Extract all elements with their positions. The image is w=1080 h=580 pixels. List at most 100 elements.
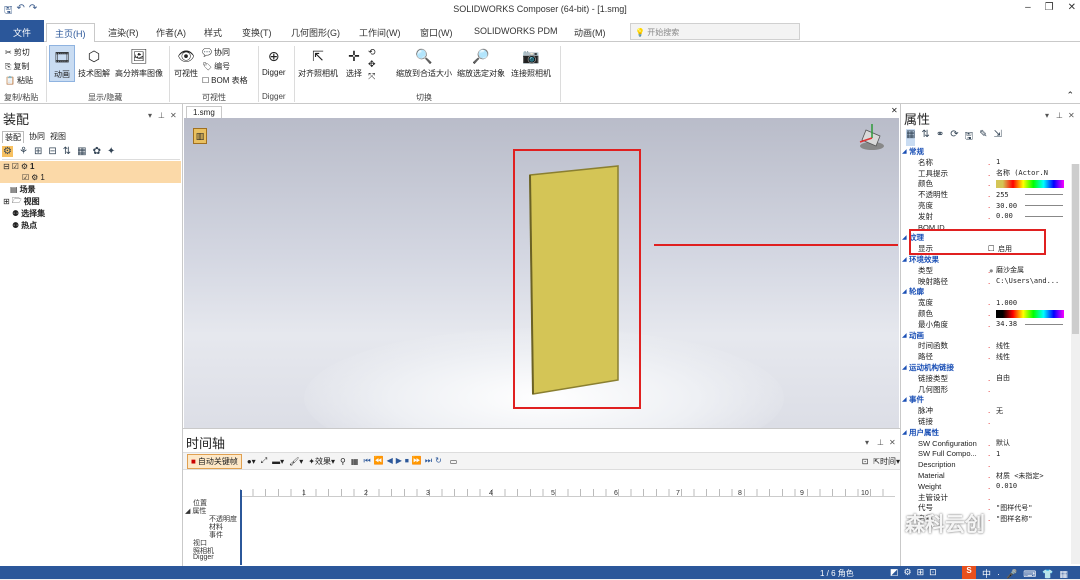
select-button[interactable]: ✛ 选择 [344,46,364,79]
view-icon[interactable]: ▭ [450,457,458,466]
tab-author[interactable]: 作者(A) [148,23,194,42]
property-row[interactable]: 类型. ● 磨沙金属 [901,265,1071,276]
viewport-close-icon[interactable]: ✕ [891,106,898,115]
actors-icon[interactable]: ✦ [107,146,115,157]
close-icon[interactable]: ✕ [889,438,896,447]
link-icon[interactable]: ⚲ [340,457,346,466]
section-expander-icon[interactable]: ◢ [902,234,907,241]
align-camera-button[interactable]: ⇱ 对齐照相机 [298,46,338,79]
property-row[interactable]: Weight. 0.010 [901,481,1071,492]
property-section[interactable]: ◢ 用户属性 [901,427,1071,438]
property-value[interactable]: 默认 [996,438,1010,448]
pin-icon[interactable]: ⊥ [1056,111,1063,120]
copy-button[interactable]: ⎘ 复制 [5,61,29,72]
property-row[interactable]: SW Full Compo.... 1 [901,448,1071,459]
property-row[interactable]: SW Configuration. 默认 [901,438,1071,449]
property-value[interactable]: 名称 (Actor.N [996,168,1048,178]
property-value[interactable] [996,179,1064,188]
bom-table-checkbox[interactable]: ☐ BOM 表格 [202,75,248,86]
refresh-icon[interactable]: ⟳ [950,129,958,146]
export-icon[interactable]: ⇲ [994,129,1002,146]
property-section[interactable]: ◢ 事件 [901,394,1071,405]
pane-dropdown-icon[interactable]: ▾ [1045,111,1049,120]
status-tools[interactable]: ◩⚙⊞⊡ [890,567,942,578]
properties-scrollbar[interactable] [1071,164,1080,564]
property-row[interactable]: 路径. 线性 [901,351,1071,362]
property-value[interactable]: 1.000 [996,299,1017,307]
property-row[interactable]: Material. 材质 <未指定> [901,470,1071,481]
timeline-ruler[interactable] [240,489,895,497]
property-row[interactable]: 名称. 1 [901,157,1071,168]
property-value[interactable]: 0.010 [996,482,1017,490]
zoom-selected-button[interactable]: 🔎 缩放选定对象 [457,46,505,79]
property-value[interactable] [996,309,1064,318]
property-value[interactable]: 线性 [996,341,1010,351]
close-button[interactable]: ✕ [1068,2,1076,13]
section-expander-icon[interactable]: ◢ [902,364,907,371]
pin-icon[interactable]: ⊥ [158,111,165,120]
tech-illustration-button[interactable]: ⬡ 技术图解 [78,46,110,79]
property-row[interactable]: 脉冲. 无 [901,405,1071,416]
tab-geometry[interactable]: 几何图形(G) [283,23,348,42]
property-value[interactable]: C:\Users\and... [996,277,1059,285]
property-value[interactable]: 自由 [996,373,1010,383]
close-icon[interactable]: ✕ [1068,111,1075,120]
tab-file[interactable]: 文件 [0,20,44,42]
value-slider[interactable] [1025,323,1063,325]
property-row[interactable]: 时间函数. 线性 [901,340,1071,351]
sort-az-icon[interactable]: ⇅ [921,129,929,146]
filter-icon[interactable]: ⚘ [19,146,28,157]
collapse-ribbon-icon[interactable]: ⌃ [1066,90,1074,101]
value-slider[interactable] [1025,194,1063,196]
property-row[interactable]: 颜色. [901,178,1071,189]
keyframe-icon[interactable]: ●▾ [247,457,256,466]
property-section[interactable]: ◢ 动画 [901,330,1071,341]
tab-pdm[interactable]: SOLIDWORKS PDM [466,23,566,42]
property-value[interactable]: 255 [996,191,1009,199]
save-icon[interactable]: 🖫 [965,129,974,146]
tab-render[interactable]: 渲染(R) [100,23,147,42]
zoom-fit-button[interactable]: 🔍 缩放到合适大小 [396,46,452,79]
property-row[interactable]: 最小角度. 34.38 [901,319,1071,330]
property-row[interactable]: 几何图形. [901,384,1071,395]
grid-icon[interactable]: ▦ [351,457,359,466]
expander-icon[interactable]: ⊟ [3,162,10,171]
tree-item-hotspots[interactable]: ⚉ 热点 [0,220,181,231]
effects-button[interactable]: ✦效果▾ [308,456,335,467]
hires-image-button[interactable]: 🖼 高分辨率图像 [115,46,163,79]
tab-style[interactable]: 样式 [196,23,230,42]
tree-item-root[interactable]: ⊟ ☑ ⚙ 1 [0,161,181,172]
connect-camera-button[interactable]: 📷 连接照相机 [511,46,551,79]
track-properties[interactable]: ◢ 属性 [185,506,206,516]
section-expander-icon[interactable]: ◢ [902,288,907,295]
ime-tray[interactable]: 中·🎤⌨👕▦ [982,567,1074,580]
tab-workshop[interactable]: 工作间(W) [351,23,409,42]
property-value[interactable]: 0.00 [996,212,1013,220]
value-slider[interactable] [1025,205,1063,206]
property-value[interactable]: "图样代号" [996,503,1032,513]
search-input[interactable]: 💡 开始搜索 [630,23,800,40]
tab-views[interactable]: 视图 [50,131,66,143]
property-row[interactable]: 发射. 0.00 [901,211,1071,222]
categorized-icon[interactable]: ▦ [906,129,916,146]
property-row[interactable]: 宽度. 1.000 [901,297,1071,308]
digger-button[interactable]: ⊕ Digger [262,46,286,78]
property-section[interactable]: ◢ 环境效果 [901,254,1071,265]
tab-assembly[interactable]: 装配 [2,131,24,143]
tab-transform[interactable]: 变换(T) [234,23,280,42]
ime-logo-icon[interactable]: S [962,566,976,579]
property-row[interactable]: 不透明性. 255 [901,189,1071,200]
doc-tab[interactable]: 1.smg [186,106,222,118]
minimize-button[interactable]: – [1025,2,1031,13]
tab-window[interactable]: 窗口(W) [412,23,461,42]
collaborate-button[interactable]: 💬 协同 [202,47,230,58]
animation-button[interactable]: 🎞 动画 [49,45,75,82]
property-section[interactable]: ◢ 轮廓 [901,286,1071,297]
tab-animation[interactable]: 动画(M) [566,23,614,42]
paste-button[interactable]: 📋 粘贴 [5,75,33,86]
pen-icon[interactable]: ✎ [979,129,987,146]
tree-item-scene[interactable]: ▤ 场景 [0,184,181,195]
expander-icon[interactable]: ⊞ [3,197,10,206]
pin-icon[interactable]: ⊥ [877,438,884,447]
visibility-button[interactable]: 👁 可视性 [174,46,198,79]
